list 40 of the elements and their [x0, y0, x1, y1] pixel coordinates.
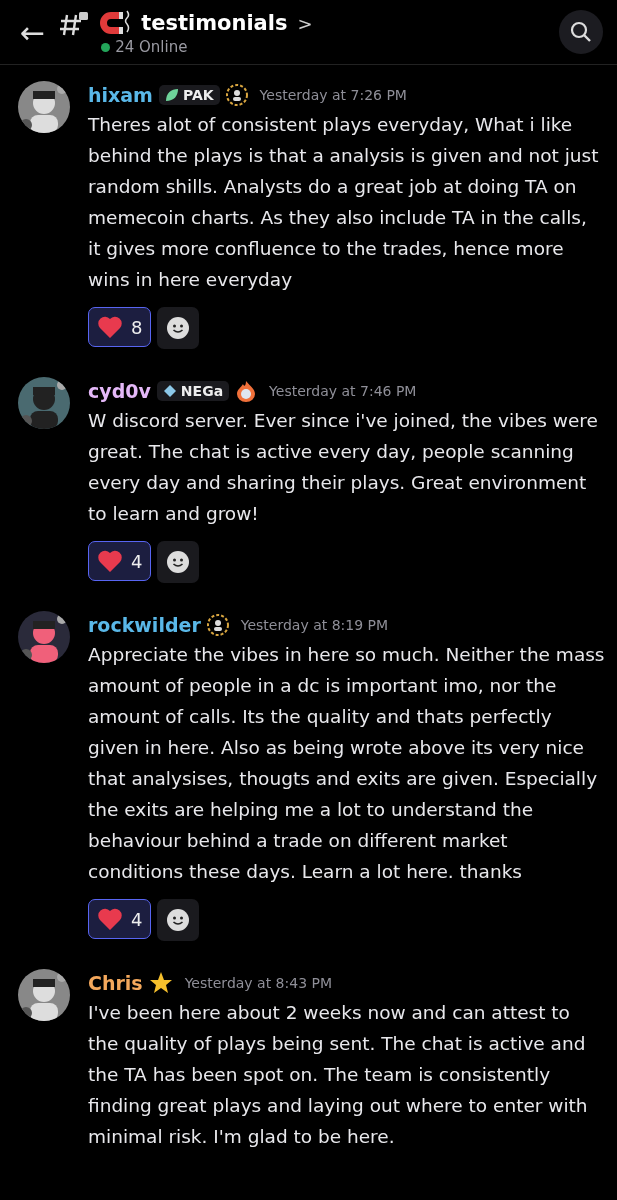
smiley-icon [166, 908, 191, 932]
heart-icon [97, 549, 123, 573]
gem-icon [162, 384, 177, 398]
author-name[interactable]: Chris [88, 972, 143, 994]
author-name[interactable]: cyd0v [88, 380, 151, 402]
laurel-badge-icon [225, 84, 248, 106]
chevron: > [297, 12, 313, 34]
heart-icon [97, 907, 123, 931]
heart-reaction[interactable]: 8 [88, 307, 152, 347]
author-name[interactable]: rockwilder [88, 614, 201, 636]
fire-badge-icon [235, 380, 258, 402]
locked-channel-icon [59, 9, 90, 37]
add-reaction-button[interactable] [157, 541, 200, 583]
tag-label: PAK [182, 87, 214, 103]
heart-reaction[interactable]: 4 [88, 899, 152, 939]
online-count: 24 Online [115, 38, 188, 56]
back-button[interactable]: ← [20, 14, 46, 50]
tag-label: NEGa [180, 383, 224, 399]
channel-name[interactable]: testimonials [141, 11, 288, 35]
star-icon [148, 971, 173, 995]
search-button[interactable] [559, 10, 603, 54]
add-reaction-button[interactable] [157, 899, 200, 941]
laurel-badge-icon [206, 614, 229, 636]
author-name[interactable]: hixam [88, 84, 153, 106]
smiley-icon [166, 550, 191, 574]
timestamp: Yesterday at 7:26 PM [259, 87, 407, 103]
heart-icon [97, 315, 123, 339]
online-dot [101, 42, 111, 52]
message-text: W discord server. Ever since i've joined, the vibes were great. The chat is active every day, people scanning every day and sharing their plays. Great environment to learn and grow! [88, 409, 599, 526]
timestamp: Yesterday at 7:46 PM [269, 383, 417, 399]
leaf-icon [164, 88, 179, 102]
smiley-icon [166, 316, 191, 340]
add-reaction-button[interactable] [157, 307, 200, 349]
message-text: Theres alot of consistent plays everyday, What i like behind the plays is that a analysis is given and not just random shills. Analysts do a great job at doing TA on memecoin charts. As they also include TA in the calls, it gives more confluence to the trades, hence more wins in here everyday [88, 113, 600, 292]
timestamp: Yesterday at 8:19 PM [240, 617, 389, 633]
message-text: Appreciate the vibes in here so much. Neither the mass amount of people in a dc is important imo, nor the amount of calls. Its the quality and thats perfectly given in here. Also as being wrote above its very nice that analysises, thougts and exits are given. Especially the exits are helping me a lot to understand the behaviour behind a trade on different market conditions these days. Learn a lot here. thanks [88, 643, 605, 884]
timestamp: Yesterday at 8:43 PM [184, 975, 332, 991]
heart-reaction[interactable]: 4 [88, 541, 152, 581]
message-text: I've been here about 2 weeks now and can attest to the quality of plays being sent. The chat is active and the TA has been spot on. The team is consistently finding great plays and laying out where to enter with minimal risk. I'm glad to be here. [88, 1001, 589, 1149]
search-icon [569, 20, 593, 44]
